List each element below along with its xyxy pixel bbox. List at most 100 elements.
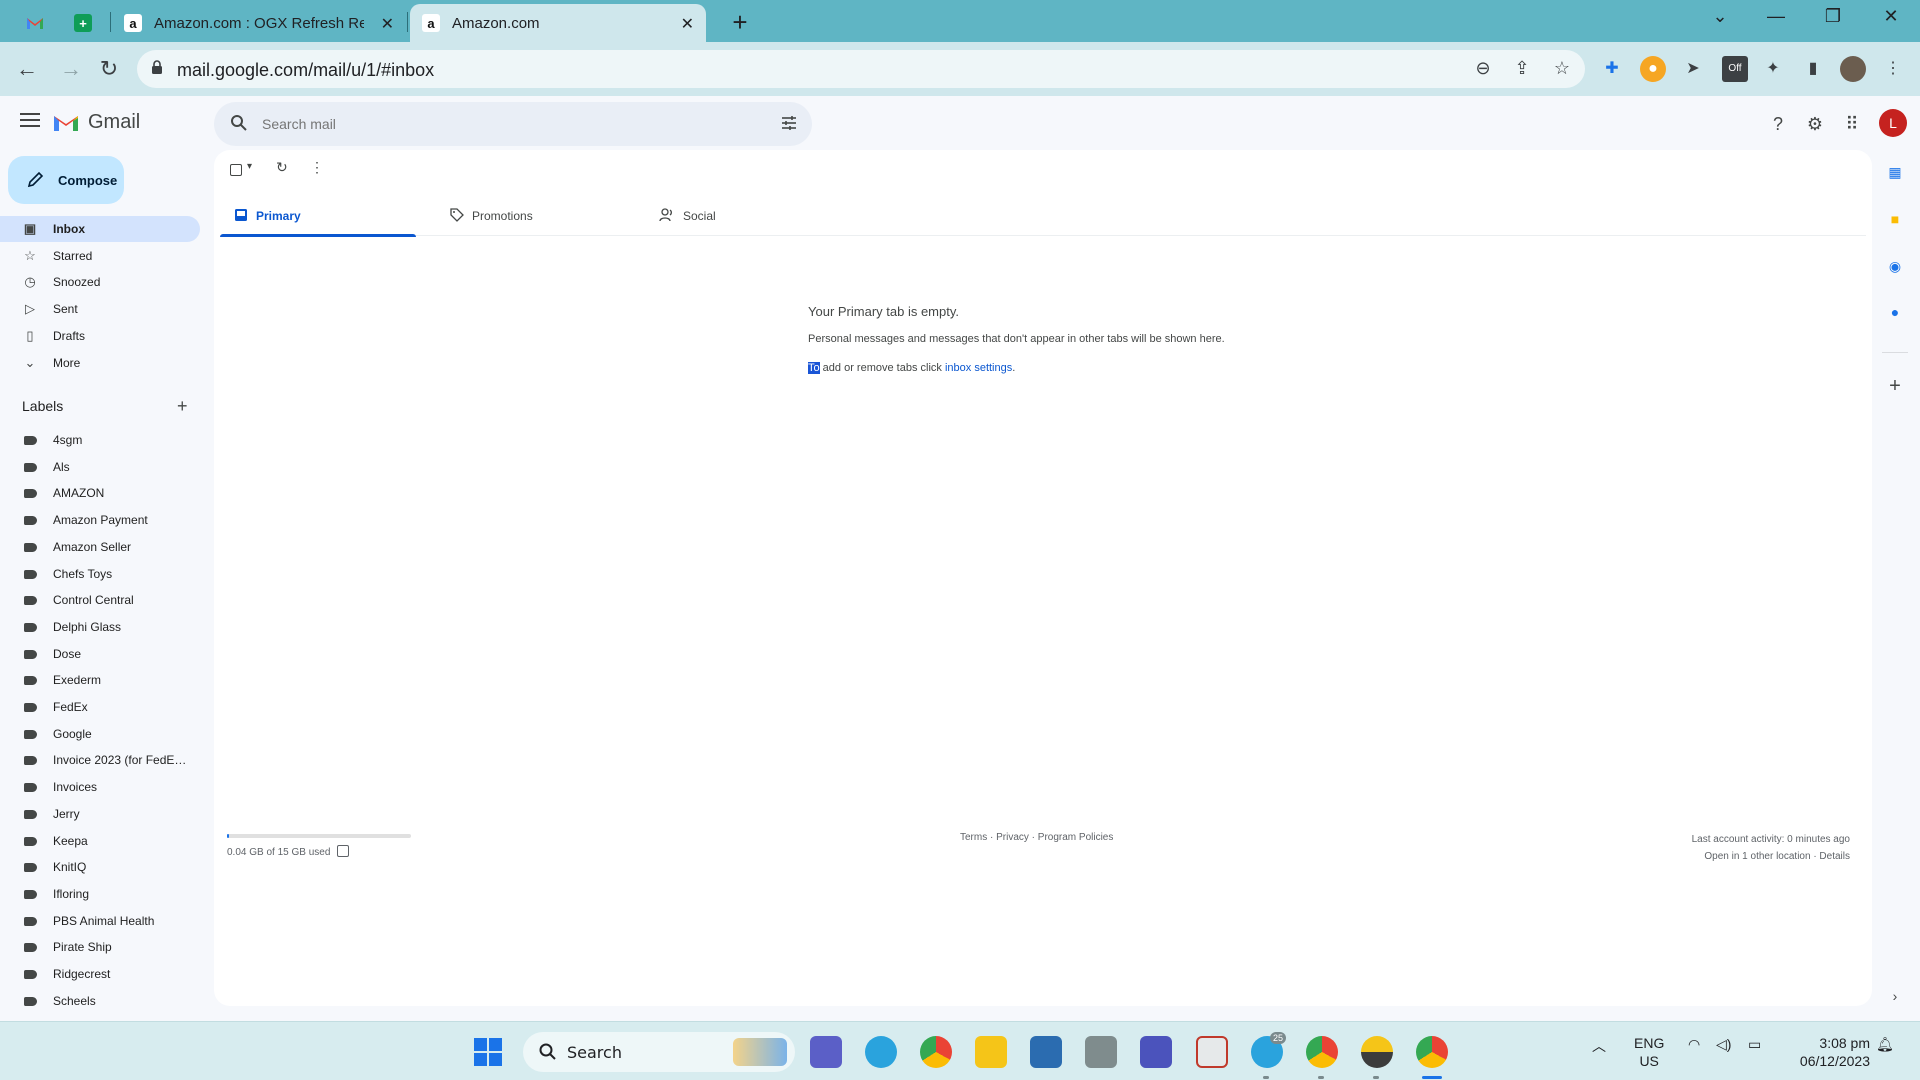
select-dropdown-icon[interactable]: ▾ — [247, 161, 252, 181]
tab-sheets[interactable]: + — [62, 4, 104, 42]
apps-grid-icon[interactable]: ⠿ — [1840, 112, 1864, 136]
puzzle-icon[interactable]: ✦ — [1760, 56, 1786, 82]
extension-off-icon[interactable]: Off — [1722, 56, 1748, 82]
tab-search-icon[interactable]: ⌄ — [1700, 6, 1740, 27]
tasks-icon[interactable]: ◉ — [1885, 256, 1905, 276]
refresh-icon[interactable]: ↻ — [276, 159, 288, 179]
sidebar-label-item[interactable]: Pirate Ship — [0, 935, 200, 959]
get-addons-icon[interactable]: + — [1885, 376, 1905, 396]
tab-promotions[interactable]: Promotions — [436, 196, 632, 236]
sidebar-item-snoozed[interactable]: ◷ Snoozed — [0, 269, 200, 295]
reload-button[interactable]: ↻ — [94, 54, 124, 84]
tab-gmail[interactable] — [14, 4, 56, 42]
restore-button[interactable]: ❐ — [1813, 6, 1853, 27]
tab-amazon-product[interactable]: a Amazon.com : OGX Refresh Revi ✕ — [116, 4, 406, 42]
sidebar-item-more[interactable]: ⌄ More — [0, 350, 200, 376]
extension-icon[interactable]: ● — [1640, 56, 1666, 82]
sidebar-label-item[interactable]: Invoice 2023 (for FedEx ... — [0, 748, 200, 772]
sidebar-label-item[interactable]: AMAZON — [0, 481, 200, 505]
teams-chat-icon[interactable] — [810, 1036, 842, 1068]
search-input[interactable] — [262, 110, 742, 138]
sidebar-label-item[interactable]: Jerry — [0, 802, 200, 826]
app-icon[interactable] — [1361, 1036, 1393, 1068]
extension-icon[interactable]: ✚ — [1599, 56, 1625, 82]
select-all-checkbox[interactable] — [230, 164, 242, 176]
keep-icon[interactable]: ■ — [1885, 209, 1905, 229]
sidebar-label-item[interactable]: Delphi Glass — [0, 615, 200, 639]
minimize-button[interactable]: — — [1756, 6, 1796, 27]
snipping-tool-icon[interactable] — [1196, 1036, 1228, 1068]
chevron-right-icon[interactable]: › — [1885, 986, 1905, 1006]
close-icon[interactable]: ✕ — [381, 14, 394, 34]
main-menu-icon[interactable] — [20, 113, 40, 127]
back-button[interactable]: ← — [12, 54, 42, 84]
sidebar-item-drafts[interactable]: ▯ Drafts — [0, 323, 200, 349]
tab-primary[interactable]: Primary — [220, 196, 416, 237]
sidebar-label-item[interactable]: Google — [0, 722, 200, 746]
file-explorer-icon[interactable] — [975, 1036, 1007, 1068]
address-bar[interactable]: mail.google.com/mail/u/1/#inbox ⊖ ⇪ ☆ — [137, 50, 1585, 88]
forward-button[interactable]: → — [56, 54, 86, 84]
help-icon[interactable]: ? — [1766, 112, 1790, 136]
wifi-icon[interactable]: ◠ — [1688, 1036, 1700, 1053]
external-link-icon[interactable] — [337, 845, 349, 857]
show-hidden-icons-icon[interactable]: ︿ — [1592, 1036, 1606, 1056]
side-panel-icon[interactable]: ▮ — [1800, 56, 1826, 82]
search-options-icon[interactable] — [780, 114, 798, 132]
sidebar-label-item[interactable]: Amazon Seller — [0, 535, 200, 559]
extension-icon[interactable]: ➤ — [1680, 56, 1706, 82]
chrome-active-icon[interactable] — [1416, 1036, 1448, 1068]
close-window-button[interactable]: ✕ — [1871, 6, 1911, 27]
contacts-icon[interactable]: ● — [1885, 302, 1905, 322]
profile-avatar[interactable] — [1840, 56, 1866, 82]
sidebar-label-item[interactable]: Chefs Toys — [0, 562, 200, 586]
share-icon[interactable]: ⇪ — [1511, 58, 1533, 80]
system-clock[interactable]: 3:08 pm 06/12/2023 — [1786, 1034, 1870, 1070]
bookmark-star-icon[interactable]: ☆ — [1551, 58, 1573, 80]
taskbar-search[interactable]: Search — [523, 1032, 795, 1072]
tab-social[interactable]: Social — [645, 196, 841, 236]
language-indicator[interactable]: ENG US — [1634, 1034, 1664, 1070]
sidebar-label-item[interactable]: KnitIQ — [0, 855, 200, 879]
zoom-icon[interactable]: ⊖ — [1472, 58, 1494, 80]
volume-icon[interactable]: ◁) — [1716, 1036, 1731, 1053]
settings-gear-icon[interactable]: ⚙ — [1803, 112, 1827, 136]
footer-links[interactable]: Terms · Privacy · Program Policies — [960, 832, 1113, 843]
sidebar-label-item[interactable]: Amazon Payment — [0, 508, 200, 532]
sidebar-label-item[interactable]: Exederm — [0, 668, 200, 692]
menu-kebab-icon[interactable]: ⋮ — [1880, 56, 1906, 82]
account-avatar[interactable]: L — [1879, 109, 1907, 137]
sidebar-label-item[interactable]: Als — [0, 455, 200, 479]
notification-bell-icon[interactable]: 🔔︎ — [1876, 1036, 1894, 1053]
add-label-icon[interactable]: + — [177, 396, 188, 417]
close-icon[interactable]: ✕ — [681, 14, 694, 34]
search-icon[interactable] — [230, 114, 248, 132]
calendar-icon[interactable]: ▦ — [1885, 162, 1905, 182]
battery-icon[interactable]: ▭ — [1748, 1036, 1761, 1053]
chrome-profile-icon[interactable] — [1306, 1036, 1338, 1068]
sidebar-label-item[interactable]: 4sgm — [0, 428, 200, 452]
sidebar-label-item[interactable]: PBS Animal Health — [0, 909, 200, 933]
teams-icon[interactable] — [1140, 1036, 1172, 1068]
sidebar-label-item[interactable]: Keepa — [0, 829, 200, 853]
more-options-icon[interactable]: ⋮ — [310, 159, 324, 179]
sidebar-item-inbox[interactable]: ▣ Inbox — [0, 216, 200, 242]
new-tab-button[interactable]: + — [723, 6, 757, 40]
other-location-text[interactable]: Open in 1 other location · Details — [1692, 848, 1850, 865]
sidebar-label-item[interactable]: Ridgecrest — [0, 962, 200, 986]
sidebar-label-item[interactable]: Scheels — [0, 989, 200, 1013]
windows-start-icon[interactable] — [474, 1038, 502, 1066]
sidebar-label-item[interactable]: Control Central — [0, 588, 200, 612]
sidebar-label-item[interactable]: Invoices — [0, 775, 200, 799]
telegram-icon[interactable] — [865, 1036, 897, 1068]
calculator-icon[interactable] — [1085, 1036, 1117, 1068]
notepad-icon[interactable] — [1030, 1036, 1062, 1068]
sidebar-item-sent[interactable]: ▷ Sent — [0, 296, 200, 322]
sidebar-label-item[interactable]: FedEx — [0, 695, 200, 719]
tab-amazon-home[interactable]: a Amazon.com ✕ — [410, 4, 706, 42]
compose-button[interactable]: Compose — [8, 156, 124, 204]
sidebar-item-starred[interactable]: ☆ Starred — [0, 243, 200, 269]
sidebar-label-item[interactable]: Dose — [0, 642, 200, 666]
inbox-settings-link[interactable]: inbox settings — [945, 362, 1012, 374]
chrome-icon[interactable] — [920, 1036, 952, 1068]
